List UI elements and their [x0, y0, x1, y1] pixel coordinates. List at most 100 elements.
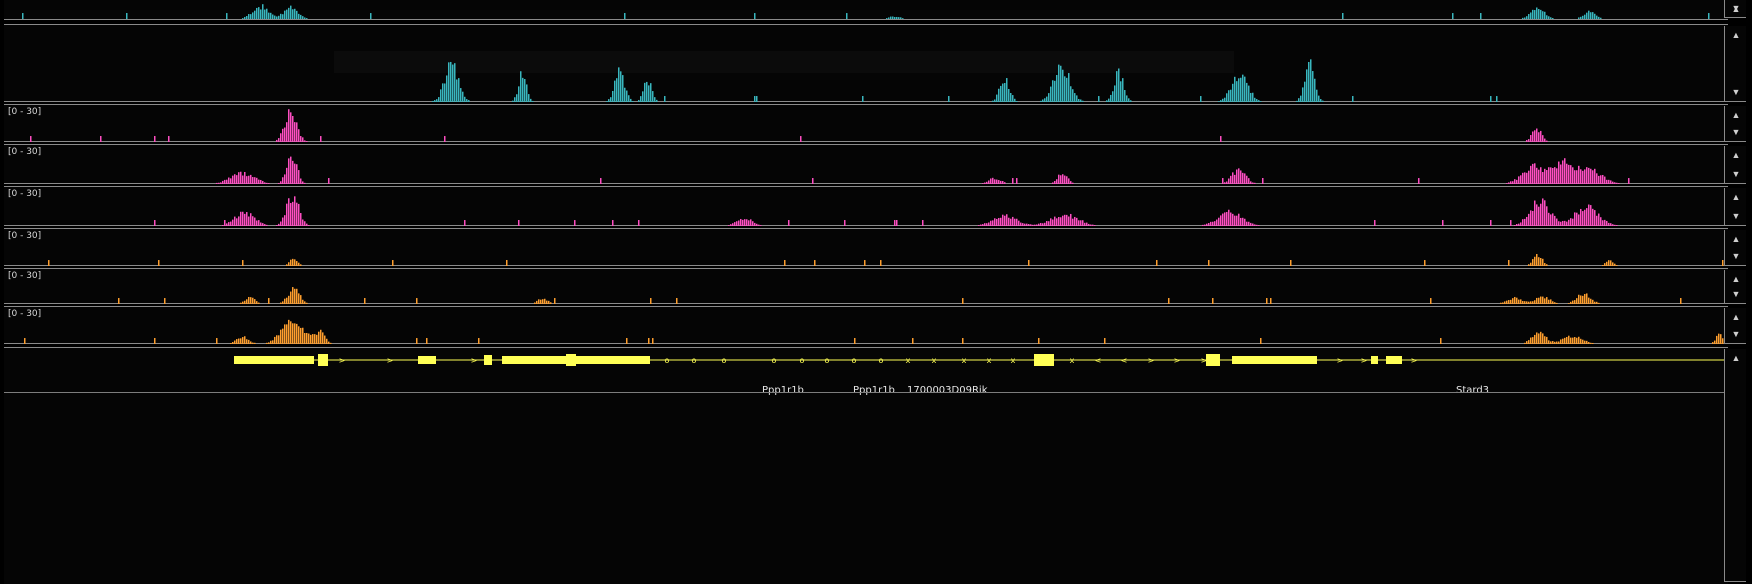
scroll-up-arrow-icon[interactable]: ▲	[1725, 148, 1747, 162]
signal-bar	[312, 334, 314, 344]
signal-bar	[1118, 68, 1120, 102]
signal-bar	[244, 213, 246, 226]
strand-mark: x	[932, 356, 937, 365]
signal-bar	[1212, 298, 1214, 304]
teal-2-scrollbar[interactable]: ▲ ▼	[1724, 26, 1746, 102]
scroll-down-arrow-icon[interactable]: ▼	[1725, 85, 1747, 99]
signal-bar	[734, 222, 736, 226]
signal-bar	[1308, 61, 1310, 102]
scroll-down-arrow-icon[interactable]: ▼	[1725, 327, 1747, 341]
signal-bar	[416, 338, 418, 344]
magenta-2-scrollbar[interactable]: ▲ ▼	[1724, 146, 1746, 184]
signal-bar	[1720, 334, 1722, 344]
scroll-down-arrow-icon[interactable]: ▼	[1725, 167, 1747, 181]
signal-bar	[1592, 170, 1594, 184]
scroll-up-arrow-icon[interactable]: ▲	[1725, 351, 1747, 365]
track-orange-2[interactable]: [0 - 30]	[4, 268, 1728, 304]
gene-label[interactable]: Stard3	[1456, 385, 1489, 396]
signal-bar	[1512, 298, 1514, 304]
orange-2-scrollbar[interactable]: ▲ ▼	[1724, 270, 1746, 304]
signal-bar	[1232, 172, 1234, 184]
signal-bar	[288, 198, 290, 226]
orange-3-scrollbar[interactable]: ▲ ▼	[1724, 308, 1746, 344]
track-orange-1[interactable]: [0 - 30]	[4, 228, 1728, 266]
scroll-down-arrow-icon[interactable]: ▼	[1725, 287, 1747, 301]
magenta-1-scrollbar[interactable]: ▲ ▼	[1724, 106, 1746, 142]
signal-bar	[784, 260, 786, 266]
signal-bar	[1250, 181, 1252, 184]
gene-exon	[234, 356, 314, 364]
track-magenta-1[interactable]: [0 - 30]	[4, 104, 1728, 142]
signal-bar	[1244, 218, 1246, 226]
signal-bar	[1530, 165, 1532, 184]
track-magenta-3[interactable]: [0 - 30]	[4, 186, 1728, 226]
signal-bar	[288, 7, 290, 19]
signal-bar	[292, 287, 294, 304]
signal-bar	[1060, 175, 1062, 184]
signal-bar	[754, 222, 756, 226]
signal-bar	[1108, 98, 1110, 102]
strand-mark: <	[604, 356, 611, 365]
orange-1-scrollbar[interactable]: ▲ ▼	[1724, 230, 1746, 266]
scroll-up-arrow-icon[interactable]: ▲	[1725, 310, 1747, 324]
magenta-3-scrollbar[interactable]: ▲ ▼	[1724, 188, 1746, 226]
track-signal-plot	[24, 319, 1728, 344]
signal-bar	[294, 163, 296, 184]
signal-bar	[1524, 172, 1526, 184]
signal-bar	[236, 339, 238, 344]
scroll-up-arrow-icon[interactable]: ▲	[1725, 272, 1747, 286]
signal-bar	[298, 293, 300, 304]
teal-1-scrollbar[interactable]: ▲ ▼	[1724, 0, 1746, 18]
signal-bar	[256, 301, 258, 304]
signal-bar	[272, 340, 274, 344]
signal-bar	[1322, 100, 1324, 102]
signal-bar	[290, 321, 292, 344]
signal-bar	[1542, 172, 1544, 184]
signal-bar	[1298, 98, 1300, 102]
signal-bar	[1594, 301, 1596, 304]
scroll-up-arrow-icon[interactable]: ▲	[1725, 190, 1747, 204]
gene-track-scrollbar[interactable]: ▲	[1724, 349, 1746, 582]
signal-bar	[1242, 217, 1244, 226]
scroll-down-arrow-icon[interactable]: ▼	[1725, 1, 1747, 15]
scroll-down-arrow-icon[interactable]: ▼	[1725, 249, 1747, 263]
signal-bar	[996, 179, 998, 184]
signal-bar	[1714, 340, 1716, 344]
gene-label[interactable]: Ppp1r1b	[853, 385, 895, 396]
scroll-up-arrow-icon[interactable]: ▲	[1725, 232, 1747, 246]
signal-bar	[266, 342, 268, 344]
signal-bar	[600, 178, 602, 184]
signal-bar	[1588, 297, 1590, 304]
scroll-up-arrow-icon[interactable]: ▲	[1725, 108, 1747, 122]
scroll-down-arrow-icon[interactable]: ▼	[1725, 209, 1747, 223]
strand-mark: >	[1361, 356, 1368, 365]
signal-bar	[326, 338, 328, 344]
signal-bar	[256, 220, 258, 226]
signal-bar	[296, 10, 298, 19]
gene-label[interactable]: 1700003D09Rik	[907, 385, 987, 396]
track-teal-2[interactable]	[4, 24, 1728, 102]
track-teal-1[interactable]	[4, 0, 1728, 20]
scroll-down-arrow-icon[interactable]: ▼	[1725, 125, 1747, 139]
signal-bar	[1586, 167, 1588, 184]
signal-bar	[1606, 261, 1608, 266]
signal-bar	[1002, 181, 1004, 184]
signal-bar	[1066, 176, 1068, 184]
signal-bar	[1546, 170, 1548, 184]
track-magenta-2[interactable]: [0 - 30]	[4, 144, 1728, 184]
signal-bar	[1058, 217, 1060, 226]
signal-bar	[236, 218, 238, 226]
signal-bar	[320, 136, 322, 142]
signal-bar	[1480, 13, 1482, 19]
signal-bar	[276, 225, 278, 226]
signal-bar	[880, 260, 882, 266]
signal-bar	[540, 299, 542, 304]
gene-annotation-track[interactable]: > > > < < < < o o o o o o o o x x x x x x < < > > > > > > Ppp1r1b Ppp1…	[4, 347, 1728, 584]
signal-bar	[1522, 17, 1524, 19]
signal-bar	[1074, 216, 1076, 226]
signal-bar	[912, 338, 914, 344]
gene-label[interactable]: Ppp1r1b	[762, 385, 804, 396]
scroll-up-arrow-icon[interactable]: ▲	[1725, 28, 1747, 42]
track-orange-3[interactable]: [0 - 30]	[4, 306, 1728, 344]
signal-bar	[638, 220, 640, 226]
